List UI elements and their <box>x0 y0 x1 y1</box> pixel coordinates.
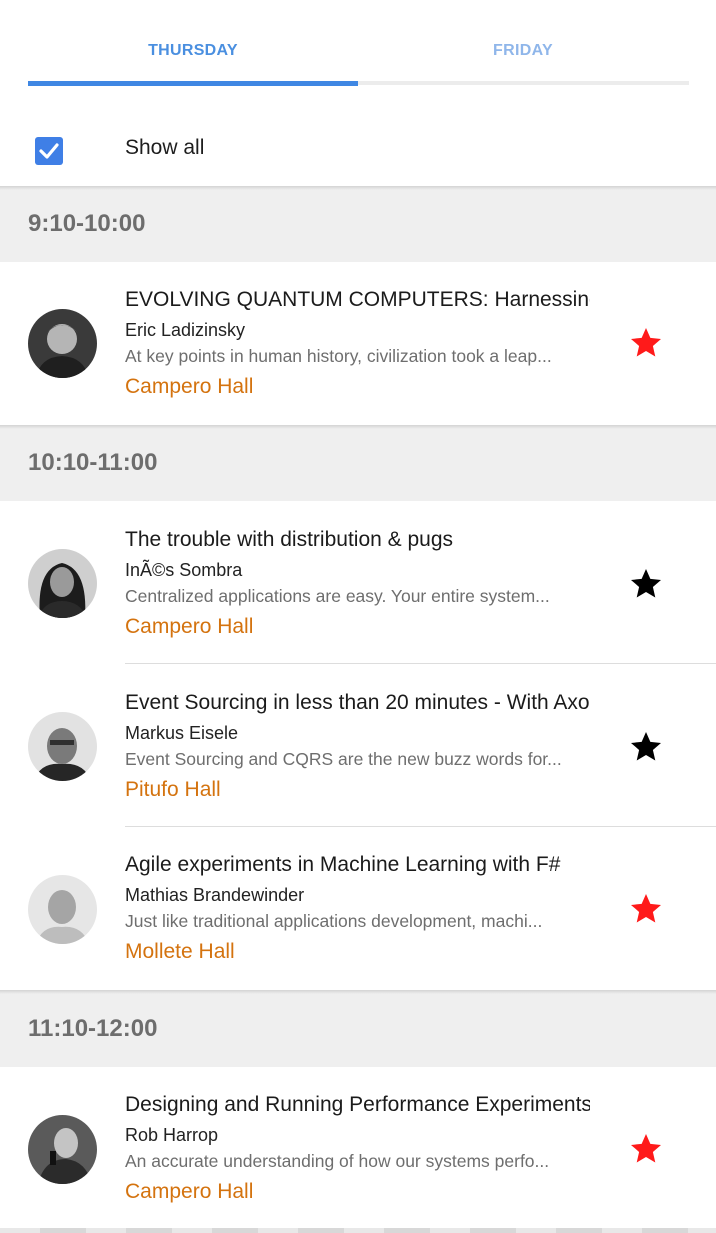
session-text: Designing and Running Performance Experi… <box>125 1092 590 1205</box>
session-description: Event Sourcing and CQRS are the new buzz… <box>125 749 562 769</box>
speaker-avatar <box>28 1115 97 1184</box>
speaker-avatar <box>28 712 97 781</box>
session-speaker: Mathias Brandewinder <box>125 885 305 905</box>
tab-friday-label: FRIDAY <box>493 42 553 59</box>
tab-active-indicator <box>28 81 358 86</box>
session-title: The trouble with distribution & pugs <box>125 528 454 551</box>
session-text: The trouble with distribution & pugs InÃ… <box>125 527 590 640</box>
session-title: Event Sourcing in less than 20 minutes -… <box>125 691 590 714</box>
session-speaker: Rob Harrop <box>125 1125 219 1145</box>
session-speaker: InÃ©s Sombra <box>125 560 243 580</box>
time-slot-header: 11:10-12:00 <box>0 993 716 1067</box>
tab-thursday-label: THURSDAY <box>148 42 238 59</box>
session-row[interactable]: EVOLVING QUANTUM COMPUTERS: Harnessing E… <box>0 262 716 422</box>
session-description: Just like traditional applications devel… <box>125 911 543 931</box>
session-title: EVOLVING QUANTUM COMPUTERS: Harnessing <box>125 288 590 311</box>
session-row[interactable]: Event Sourcing in less than 20 minutes -… <box>0 665 716 825</box>
session-row[interactable]: Designing and Running Performance Experi… <box>0 1068 716 1228</box>
session-room: Campero Hall <box>125 615 254 638</box>
shadow <box>0 186 716 190</box>
session-text: Agile experiments in Machine Learning wi… <box>125 852 590 965</box>
session-row[interactable]: The trouble with distribution & pugs InÃ… <box>0 502 716 662</box>
session-room: Campero Hall <box>125 375 254 398</box>
session-speaker: Eric Ladizinsky <box>125 320 246 340</box>
divider <box>125 826 716 827</box>
show-all-checkbox[interactable] <box>35 137 63 165</box>
divider <box>125 663 716 664</box>
session-title: Agile experiments in Machine Learning wi… <box>125 853 561 876</box>
shadow <box>0 425 716 429</box>
session-title: Designing and Running Performance Experi… <box>125 1093 590 1116</box>
tab-friday[interactable]: FRIDAY <box>358 0 688 86</box>
checkmark-icon <box>39 143 59 159</box>
show-all-label: Show all <box>125 136 205 159</box>
time-slot-label: 9:10-10:00 <box>28 210 146 237</box>
list-bottom-edge <box>0 1228 716 1233</box>
show-all-row[interactable]: Show all <box>0 110 716 186</box>
session-description: Centralized applications are easy. Your … <box>125 586 550 606</box>
day-tabs: THURSDAY FRIDAY <box>28 0 689 86</box>
speaker-avatar <box>28 549 97 618</box>
speaker-avatar <box>28 875 97 944</box>
session-text: EVOLVING QUANTUM COMPUTERS: Harnessing E… <box>125 287 590 400</box>
session-description: An accurate understanding of how our sys… <box>125 1151 550 1171</box>
session-row[interactable]: Agile experiments in Machine Learning wi… <box>0 828 716 988</box>
shadow <box>0 990 716 994</box>
session-speaker: Markus Eisele <box>125 723 239 743</box>
speaker-avatar <box>28 309 97 378</box>
session-room: Mollete Hall <box>125 940 235 963</box>
favorite-star-icon[interactable] <box>628 325 664 361</box>
session-room: Campero Hall <box>125 1180 254 1203</box>
time-slot-header: 9:10-10:00 <box>0 188 716 262</box>
tab-thursday[interactable]: THURSDAY <box>28 0 358 86</box>
favorite-star-icon[interactable] <box>628 891 664 927</box>
session-text: Event Sourcing in less than 20 minutes -… <box>125 690 590 803</box>
time-slot-header: 10:10-11:00 <box>0 427 716 501</box>
favorite-star-icon[interactable] <box>628 729 664 765</box>
favorite-star-icon[interactable] <box>628 566 664 602</box>
session-description: At key points in human history, civiliza… <box>125 346 552 366</box>
favorite-star-icon[interactable] <box>628 1131 664 1167</box>
time-slot-label: 10:10-11:00 <box>28 449 158 476</box>
session-room: Pitufo Hall <box>125 778 221 801</box>
time-slot-label: 11:10-12:00 <box>28 1015 158 1042</box>
